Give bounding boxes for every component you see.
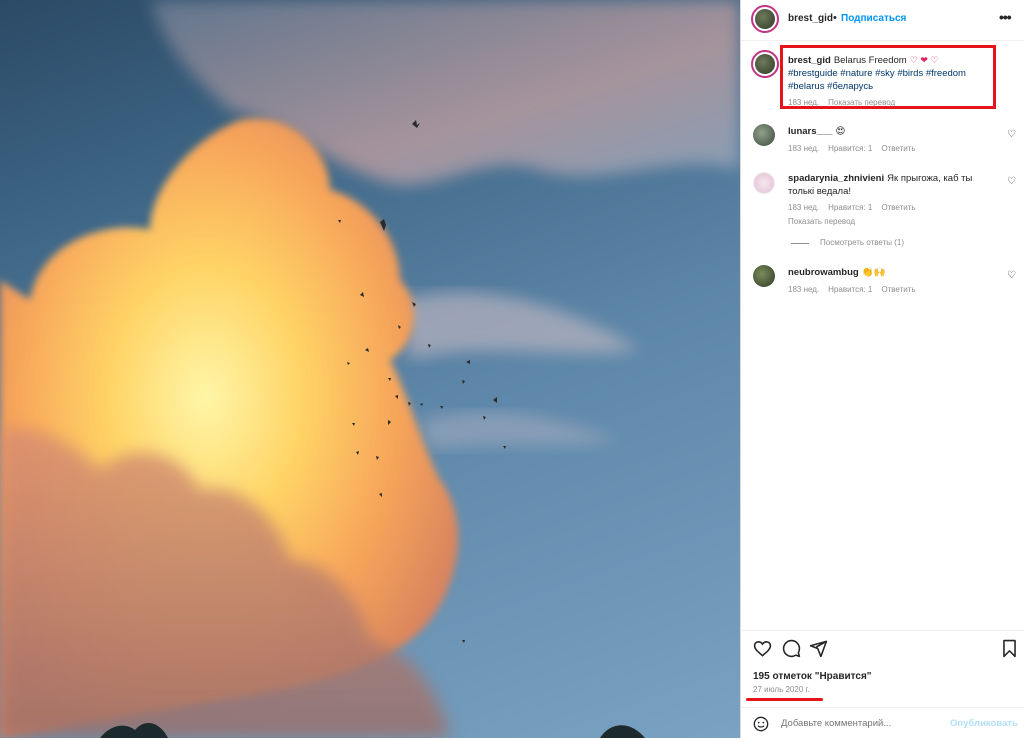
comment-like-heart-icon[interactable]: ♡ (1007, 270, 1016, 281)
caption-username[interactable]: brest_gid (788, 55, 831, 66)
comment-time[interactable]: 183 нед. (788, 203, 819, 212)
author-avatar[interactable] (751, 5, 779, 33)
post-actions: 195 отметок "Нравится" 27 июль 2020 г. О… (741, 630, 1024, 739)
caption-translate-link[interactable]: Показать перевод (828, 98, 895, 107)
caption-time[interactable]: 183 нед. (788, 98, 819, 107)
publish-button[interactable]: Опубликовать (950, 718, 1018, 729)
caption-hashtags-line1[interactable]: #brestguide #nature #sky #birds #freedom (788, 68, 966, 79)
comment-username[interactable]: spadarynia_zhnivieni (788, 173, 884, 184)
comment-text: 👏🙌 (861, 267, 886, 278)
bookmark-icon[interactable] (1001, 639, 1018, 658)
comment-like-heart-icon[interactable]: ♡ (1007, 176, 1016, 187)
post-date[interactable]: 27 июль 2020 г. (753, 685, 810, 694)
comment-meta: 183 нед. Нравится: 1 Ответить (788, 283, 988, 296)
comment-text: 😍 (835, 126, 846, 137)
comment-item: lunars___ 😍 183 нед. Нравится: 1 Ответить (788, 125, 988, 155)
post-viewer: brest_gid • Подписаться ••• brest_gid Be… (0, 0, 1024, 738)
add-comment-bar: Опубликовать (741, 707, 1024, 740)
comment-bubble-icon[interactable] (782, 639, 801, 658)
comment-likes[interactable]: Нравится: 1 (828, 285, 872, 294)
likes-count[interactable]: 195 отметок "Нравится" (753, 671, 872, 682)
comment-likes[interactable]: Нравится: 1 (828, 203, 872, 212)
caption-avatar[interactable] (751, 50, 779, 78)
author-username[interactable]: brest_gid (788, 13, 833, 24)
caption: brest_gid Belarus Freedom ♡ ❤ ♡ #brestgu… (788, 54, 998, 109)
emoji-smiley-icon[interactable] (753, 716, 769, 732)
comment-translate-link[interactable]: Показать перевод (788, 215, 988, 228)
post-photo[interactable] (0, 0, 740, 738)
post-side-panel: brest_gid • Подписаться ••• brest_gid Be… (740, 0, 1024, 738)
comment-meta: 183 нед. Нравится: 1 Ответить (788, 201, 988, 214)
caption-meta: 183 нед. Показать перевод (788, 96, 998, 109)
comment-meta: 183 нед. Нравится: 1 Ответить (788, 142, 988, 155)
commenter-avatar[interactable] (753, 265, 775, 287)
comment-username[interactable]: lunars___ (788, 126, 832, 137)
caption-text: Belarus Freedom (833, 55, 907, 66)
reply-link[interactable]: Ответить (881, 285, 915, 294)
comment-input[interactable] (781, 718, 941, 729)
like-heart-icon[interactable] (753, 639, 772, 658)
comment-item: spadarynia_zhnivieni Як прыгожа, каб ты … (788, 172, 988, 228)
header-separator: • (833, 12, 837, 24)
date-highlight-underline (746, 698, 823, 701)
comment-text-line1: Як прыгожа, каб ты (887, 173, 973, 184)
commenter-avatar[interactable] (753, 124, 775, 146)
caption-hashtags-line2[interactable]: #belarus #беларусь (788, 81, 873, 92)
ellipsis-icon[interactable]: ••• (999, 9, 1012, 25)
reply-link[interactable]: Ответить (881, 144, 915, 153)
comment-time[interactable]: 183 нед. (788, 144, 819, 153)
comment-likes[interactable]: Нравится: 1 (828, 144, 872, 153)
comment-username[interactable]: neubrowambug (788, 267, 859, 278)
sky-cloud-image (0, 0, 740, 738)
comment-item: neubrowambug 👏🙌 183 нед. Нравится: 1 Ответ… (788, 266, 988, 296)
heart-emoji: ♡ ❤ ♡ (909, 55, 939, 65)
comment-time[interactable]: 183 нед. (788, 285, 819, 294)
replies-divider (791, 243, 809, 244)
reply-link[interactable]: Ответить (881, 203, 915, 212)
commenter-avatar[interactable] (753, 172, 775, 194)
follow-button[interactable]: Подписаться (841, 13, 906, 24)
comment-like-heart-icon[interactable]: ♡ (1007, 129, 1016, 140)
comment-text-line2: толькі ведала! (788, 186, 852, 197)
view-replies-button[interactable]: Посмотреть ответы (1) (820, 238, 904, 247)
post-header: brest_gid • Подписаться ••• (741, 0, 1024, 41)
share-send-icon[interactable] (809, 639, 828, 658)
